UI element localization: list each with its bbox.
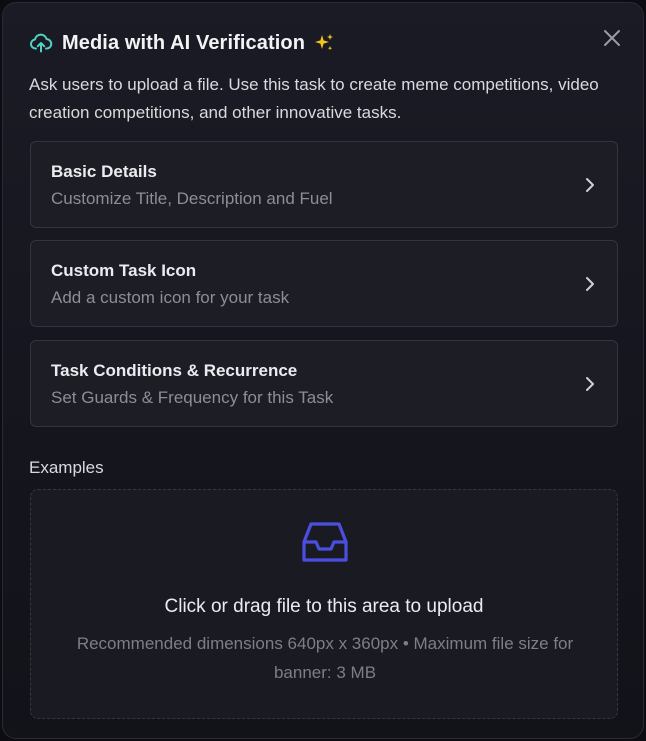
- close-icon: [604, 30, 620, 46]
- upload-text: Click or drag file to this area to uploa…: [164, 596, 484, 617]
- modal-title: Media with AI Verification: [62, 31, 306, 54]
- sparkles-icon: [313, 32, 335, 54]
- card-basic-details[interactable]: Basic Details Customize Title, Descripti…: [30, 141, 618, 228]
- card-subtitle: Set Guards & Frequency for this Task: [51, 388, 334, 407]
- card-title: Custom Task Icon: [51, 261, 197, 280]
- upload-dropzone[interactable]: Click or drag file to this area to uploa…: [30, 489, 618, 719]
- cloud-upload-icon: [29, 31, 53, 55]
- upload-hint: Recommended dimensions 640px x 360px • M…: [76, 634, 574, 682]
- inbox-icon: [301, 518, 349, 566]
- close-button[interactable]: [601, 27, 623, 49]
- card-custom-task-icon[interactable]: Custom Task Icon Add a custom icon for y…: [30, 240, 618, 327]
- chevron-right-icon: [581, 274, 599, 294]
- card-title: Task Conditions & Recurrence: [51, 361, 298, 380]
- modal-header: Media with AI Verification: [29, 31, 335, 55]
- card-task-conditions[interactable]: Task Conditions & Recurrence Set Guards …: [30, 340, 618, 427]
- task-modal: Media with AI Verification Ask users to …: [2, 2, 644, 739]
- examples-label: Examples: [29, 458, 104, 477]
- card-title: Basic Details: [51, 162, 157, 181]
- chevron-right-icon: [581, 175, 599, 195]
- card-subtitle: Customize Title, Description and Fuel: [51, 189, 333, 208]
- chevron-right-icon: [581, 374, 599, 394]
- modal-description: Ask users to upload a file. Use this tas…: [29, 75, 599, 122]
- card-subtitle: Add a custom icon for your task: [51, 288, 290, 307]
